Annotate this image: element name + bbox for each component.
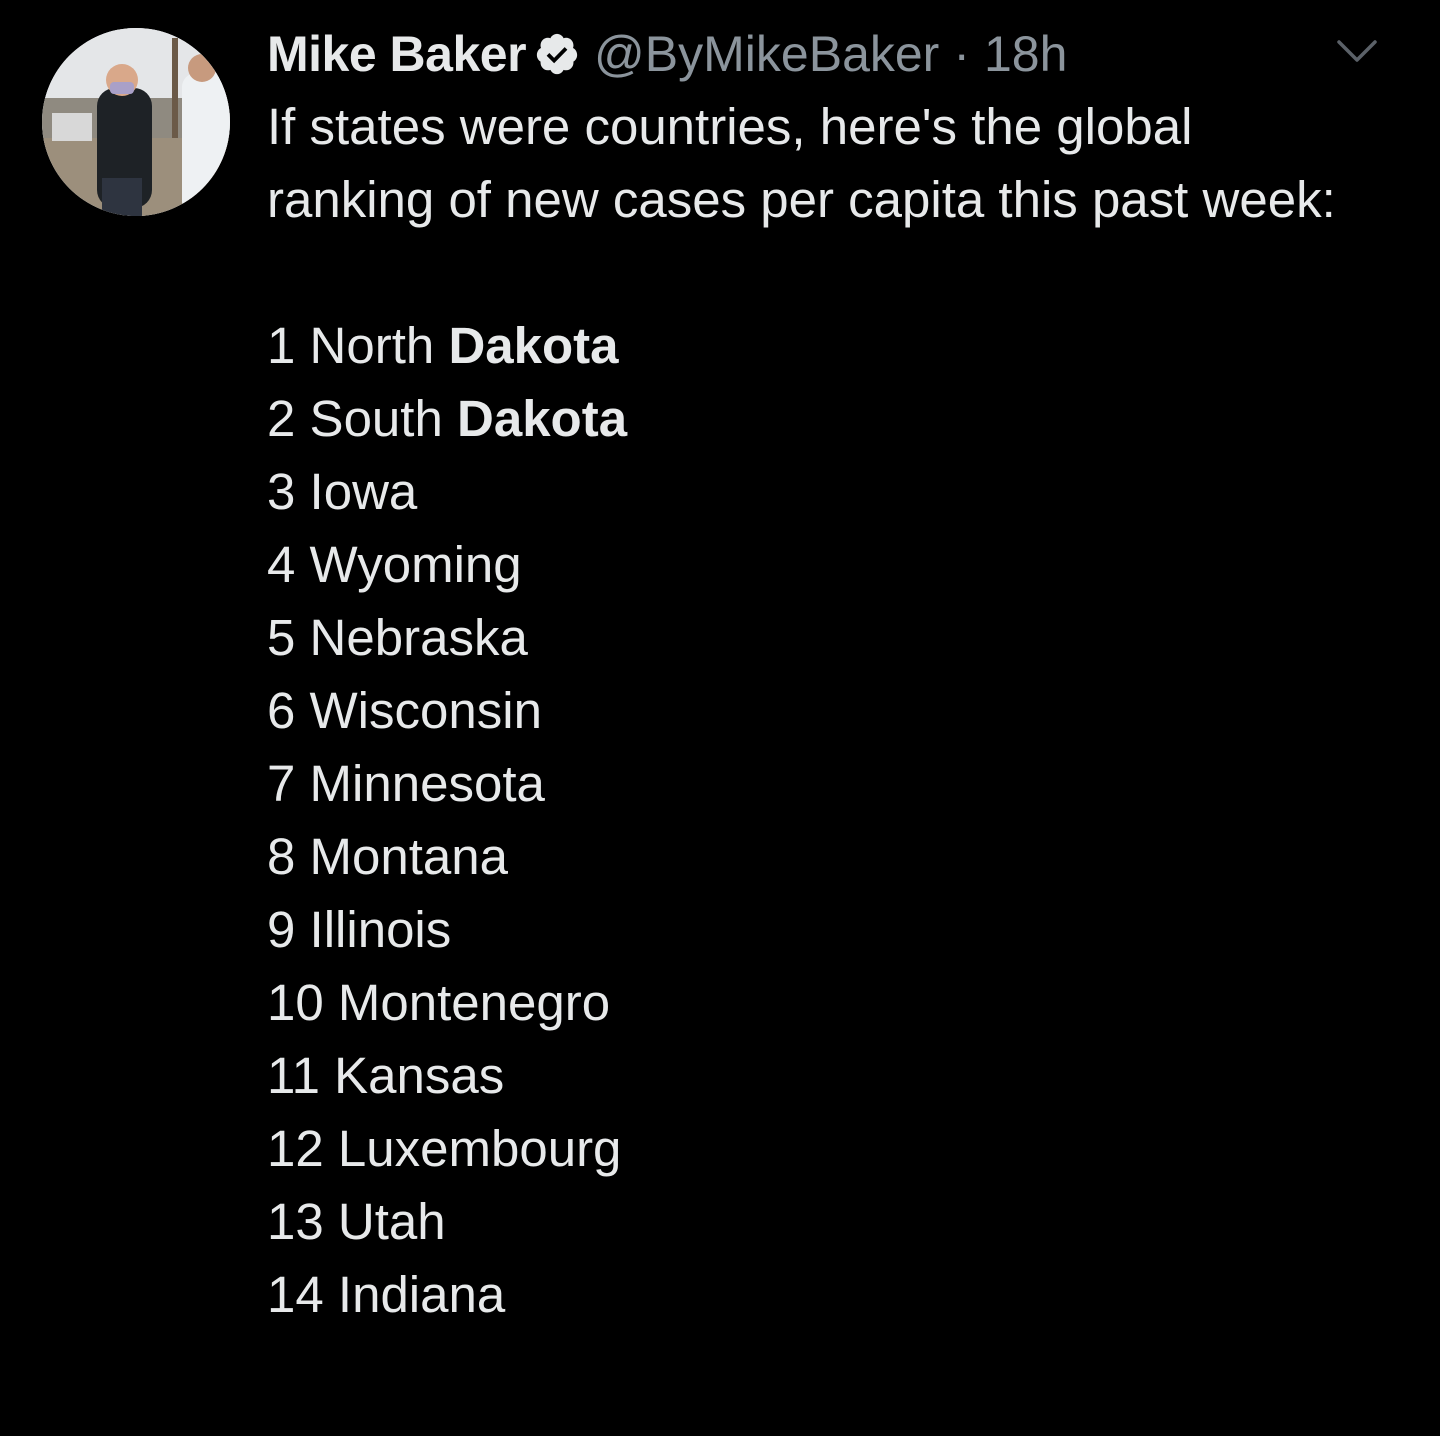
ranking-item: 10 Montenegro [267,966,1347,1039]
verified-badge-icon [536,33,578,75]
ranking-name: Wyoming [309,536,522,593]
ranking-name: North [309,317,435,374]
ranking-name: Montenegro [337,974,611,1031]
ranking-item: 14 Indiana [267,1258,1347,1331]
ranking-list: 1 North Dakota 2 South Dakota 3 Iowa 4 Wyom… [267,309,1347,1331]
ranking-number: 6 [267,682,296,739]
ranking-name: Montana [309,828,509,885]
ranking-item: 4 Wyoming [267,528,1347,601]
tweet[interactable]: Mike Baker @ByMikeBaker · 18h If states … [0,0,1440,1436]
ranking-number: 9 [267,901,296,958]
ranking-name: Indiana [337,1266,506,1323]
ranking-number: 7 [267,755,296,812]
tweet-content: Mike Baker @ByMikeBaker · 18h If states … [267,24,1347,1331]
ranking-name: Nebraska [309,609,528,666]
ranking-number: 12 [267,1120,324,1177]
separator-dot: · [953,26,970,82]
ranking-number: 13 [267,1193,324,1250]
ranking-name-bold: Dakota [448,317,619,374]
avatar[interactable] [42,28,230,216]
ranking-item: 1 North Dakota [267,309,1347,382]
author-handle[interactable]: @ByMikeBaker [594,24,939,84]
ranking-item: 12 Luxembourg [267,1112,1347,1185]
avatar-photo [42,28,230,216]
ranking-number: 5 [267,609,296,666]
ranking-item: 7 Minnesota [267,747,1347,820]
ranking-number: 2 [267,390,296,447]
ranking-number: 11 [267,1047,320,1104]
tweet-header: Mike Baker @ByMikeBaker · 18h [267,24,1347,84]
author-name[interactable]: Mike Baker [267,24,527,84]
ranking-item: 11 Kansas [267,1039,1347,1112]
ranking-number: 4 [267,536,296,593]
ranking-item: 5 Nebraska [267,601,1347,674]
ranking-item: 13 Utah [267,1185,1347,1258]
ranking-name: Utah [337,1193,446,1250]
ranking-name: Luxembourg [337,1120,622,1177]
ranking-number: 14 [267,1266,324,1323]
ranking-number: 8 [267,828,296,885]
ranking-name: Wisconsin [309,682,542,739]
ranking-name: Minnesota [309,755,545,812]
tweet-text: If states were countries, here's the glo… [267,98,1336,228]
ranking-name: South [309,390,443,447]
ranking-number: 1 [267,317,296,374]
ranking-item: 8 Montana [267,820,1347,893]
ranking-number: 10 [267,974,324,1031]
ranking-name-bold: Dakota [457,390,628,447]
ranking-name: Kansas [334,1047,505,1104]
ranking-name: Illinois [309,901,452,958]
ranking-item: 6 Wisconsin [267,674,1347,747]
ranking-item: 9 Illinois [267,893,1347,966]
ranking-item: 3 Iowa [267,455,1347,528]
ranking-name: Iowa [309,463,418,520]
ranking-number: 3 [267,463,296,520]
chevron-down-icon[interactable] [1336,36,1378,66]
ranking-item: 2 South Dakota [267,382,1347,455]
tweet-timestamp[interactable]: 18h [984,24,1067,84]
